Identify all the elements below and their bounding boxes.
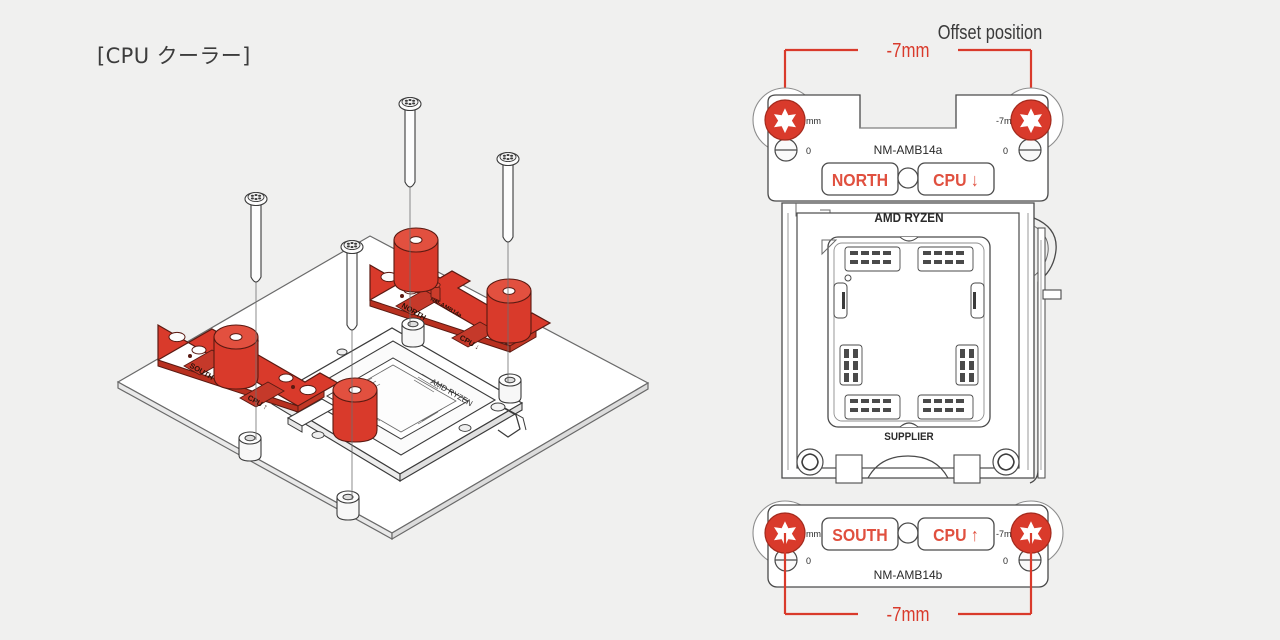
diagram-canvas: [CPU クーラー] Offset position AMD RYZEN NOR… [0,0,1280,640]
bracket-bottom: 0 0 NM-AMB14b SOUTH CPU ↑ -7mm -7mm [752,500,1064,588]
socket-retention-lever [1029,217,1062,484]
dimension-top-label: -7mm [887,39,930,62]
zero-mark-bottom-left: 0 [806,556,811,566]
zero-mark-bottom-right: 0 [1003,556,1008,566]
dimension-bottom-label: -7mm [887,603,930,626]
torx-screw-top-left [764,99,806,141]
bracket-top: 0 0 NM-AMB14a NORTH CPU ↓ -7mm -7mm [752,87,1064,202]
bracket-bottom-part-number: NM-AMB14b [874,568,943,582]
zero-mark-top-right: 0 [1003,146,1008,156]
zero-mark-top-left: 0 [806,146,811,156]
bracket-bottom-cpu-label: CPU ↑ [933,525,979,545]
am5-socket-topdown: AMD RYZEN SUPPLIER [781,202,1062,484]
bracket-top-direction-label: NORTH [832,170,888,190]
bracket-top-part-number: NM-AMB14a [874,143,943,157]
bracket-top-cpu-label: CPU ↓ [933,170,979,190]
socket-brand-text: AMD RYZEN [874,210,943,225]
offset-position-view: -7mm 0 0 NM-AMB14a NORTH CPU ↓ -7mm -7mm… [700,0,1280,640]
bracket-bottom-direction-label: SOUTH [832,525,887,545]
socket-supplier-text: SUPPLIER [884,432,934,444]
torx-screw-top-right [1010,99,1052,141]
exploded-assembly-view: AMD RYZEN NORTH CPU ↓ NM-AMB14a SOUTH CP… [0,0,700,640]
